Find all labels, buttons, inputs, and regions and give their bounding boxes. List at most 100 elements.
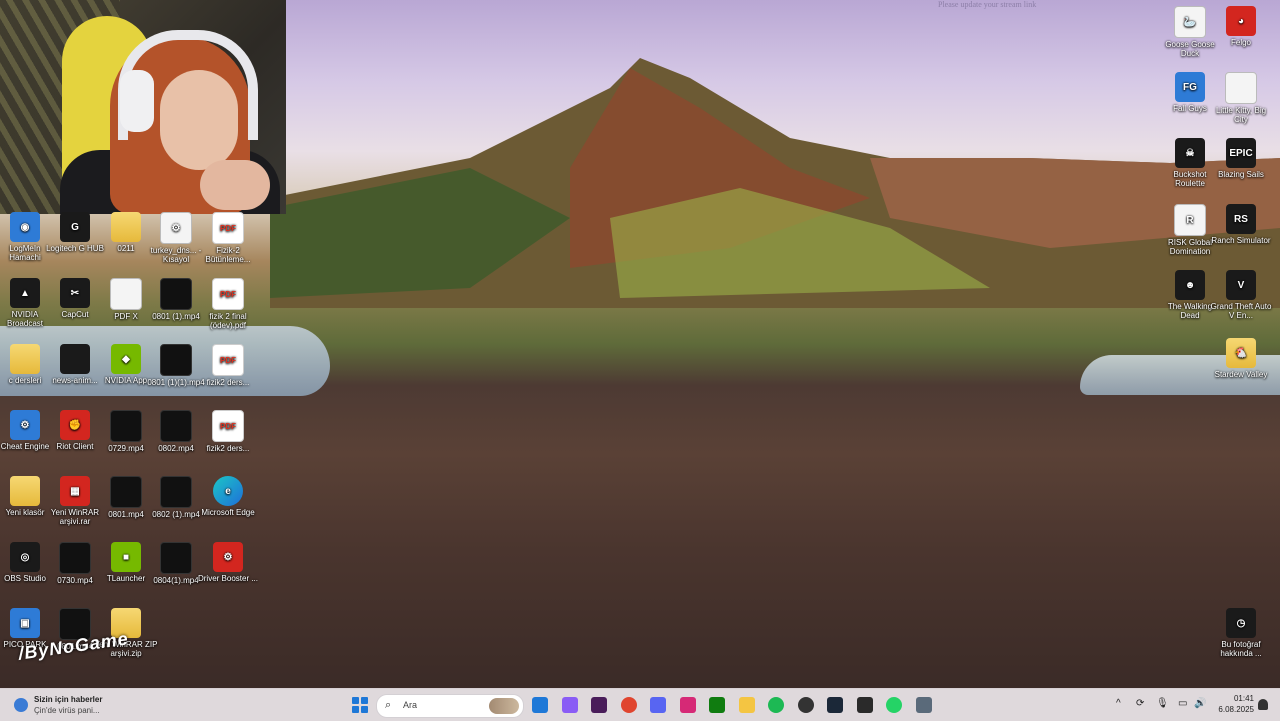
search-highlight-image bbox=[489, 698, 519, 714]
explorer-icon[interactable] bbox=[738, 697, 755, 713]
video-file-icon bbox=[110, 476, 142, 508]
desktop-icon-label: Ranch Simulator bbox=[1211, 236, 1271, 245]
steam-icon[interactable] bbox=[827, 697, 843, 713]
system-clock[interactable]: 01:41 6.08.2025 bbox=[1214, 693, 1254, 715]
app-icon: ✂ bbox=[60, 278, 90, 308]
app-icon: ◉ bbox=[10, 212, 40, 242]
app-icon bbox=[1225, 72, 1257, 104]
pdf-file-icon: PDF bbox=[212, 344, 244, 376]
epic-icon[interactable] bbox=[856, 697, 873, 713]
video-file-icon bbox=[160, 476, 192, 508]
desktop-icon-label: Driver Booster ... bbox=[197, 574, 258, 583]
app-icon: EPIC bbox=[1226, 138, 1256, 168]
clock-time: 01:41 bbox=[1233, 694, 1254, 703]
desktop-icon-label: Felgo bbox=[1230, 38, 1251, 47]
desktop-icon[interactable]: PDF Fizik-2 Bütünleme... bbox=[196, 212, 260, 264]
discord-icon[interactable] bbox=[650, 697, 666, 713]
app-icon: ⚙ bbox=[213, 542, 243, 572]
volume-icon[interactable]: 🔊 bbox=[1194, 698, 1206, 709]
stream-watermark: Please update your stream link bbox=[938, 0, 1037, 9]
desktop-icon[interactable]: RS Ranch Simulator bbox=[1209, 204, 1273, 245]
desktop-icon[interactable]: PDF fizik 2 final (ödev).pdf bbox=[196, 278, 260, 330]
windows-logo-tile bbox=[361, 697, 368, 704]
pdf-file-icon: PDF bbox=[212, 410, 244, 442]
desktop-icon-label: Microsoft Edge bbox=[201, 508, 255, 517]
windows-logo-tile bbox=[352, 697, 359, 704]
app-icon: V bbox=[1226, 270, 1256, 300]
notification-bell-icon[interactable] bbox=[1258, 699, 1268, 710]
app-icon: 🦢 bbox=[1174, 6, 1206, 38]
app-icon: ◎ bbox=[10, 542, 40, 572]
desktop-icon[interactable]: 🐔 Stardew Valley bbox=[1209, 338, 1273, 379]
desktop-icon-label: fizik2 ders... bbox=[206, 378, 250, 387]
search-icon: ⌕ bbox=[385, 699, 392, 711]
chevron-up-icon[interactable]: ^ bbox=[1116, 698, 1121, 709]
desktop-icon[interactable]: PDF fizik2 ders... bbox=[196, 410, 260, 453]
desktop-icon[interactable]: ◷ Bu fotoğraf hakkında ... bbox=[1209, 608, 1273, 658]
desktop-icon-label: Blazing Sails bbox=[1218, 170, 1264, 179]
desktop-icon-label: Grand Theft Auto V En... bbox=[1210, 302, 1272, 320]
search-placeholder: Ara bbox=[403, 700, 418, 710]
instagram-icon[interactable] bbox=[679, 697, 696, 713]
app-icon: ▣ bbox=[10, 608, 40, 638]
app-icon: ☻ bbox=[1175, 270, 1205, 300]
edge-icon[interactable] bbox=[532, 697, 548, 713]
desktop-icon-label: Little Kitty, Big City bbox=[1215, 106, 1267, 124]
news-title: Sizin için haberler bbox=[34, 695, 103, 704]
video-file-icon bbox=[59, 542, 91, 574]
news-subtitle: Çin'de virüs pani... bbox=[34, 706, 100, 715]
folder-icon bbox=[10, 344, 40, 374]
video-file-icon bbox=[160, 542, 192, 574]
app-icon: FG bbox=[1175, 72, 1205, 102]
desktop-icon[interactable]: e Microsoft Edge bbox=[196, 476, 260, 517]
desktop-icon[interactable]: ⚙ Driver Booster ... bbox=[196, 542, 260, 583]
folder-icon bbox=[111, 212, 141, 242]
spotify-icon[interactable] bbox=[768, 697, 784, 713]
mountain-shape bbox=[270, 58, 1280, 308]
taskbar-search[interactable]: ⌕ Ara bbox=[376, 694, 524, 718]
copilot-icon[interactable] bbox=[561, 697, 578, 713]
webcam-overlay bbox=[0, 0, 286, 214]
desktop-icon[interactable]: Little Kitty, Big City bbox=[1209, 72, 1273, 124]
news-widget[interactable]: Sizin için haberler Çin'de virüs pani... bbox=[10, 693, 130, 717]
whatsapp-icon[interactable] bbox=[886, 697, 902, 713]
desktop-icon[interactable]: V Grand Theft Auto V En... bbox=[1209, 270, 1273, 320]
desktop-icon-label: fizik 2 final (ödev).pdf bbox=[209, 312, 247, 330]
microphone-icon[interactable]: 🎙 bbox=[1156, 698, 1169, 709]
app-icon: G bbox=[60, 212, 90, 242]
purple-app-icon[interactable] bbox=[591, 697, 607, 713]
start-button[interactable] bbox=[352, 697, 368, 713]
app-icon: ◕ bbox=[1226, 6, 1256, 36]
taskbar: Sizin için haberler Çin'de virüs pani...… bbox=[0, 688, 1280, 721]
obs-icon[interactable] bbox=[797, 697, 814, 713]
video-file-icon bbox=[160, 410, 192, 442]
app-icon: ◷ bbox=[1226, 608, 1256, 638]
windows-logo-tile bbox=[352, 706, 359, 713]
windows-logo-tile bbox=[361, 706, 368, 713]
chrome-icon[interactable] bbox=[620, 697, 637, 713]
pdf-file-icon: PDF bbox=[212, 278, 244, 310]
desktop-icon-label: Fizik-2 Bütünleme... bbox=[205, 246, 251, 264]
app-icon: R bbox=[1174, 204, 1206, 236]
pdf-file-icon: PDF bbox=[212, 212, 244, 244]
network-game-icon[interactable] bbox=[915, 697, 932, 713]
desktop-icon[interactable]: PDF fizik2 ders... bbox=[196, 344, 260, 387]
headset-earcup bbox=[120, 70, 154, 132]
desktop-icon[interactable]: EPIC Blazing Sails bbox=[1209, 138, 1273, 179]
news-icon bbox=[14, 698, 28, 712]
video-file-icon bbox=[110, 410, 142, 442]
folder-icon bbox=[10, 476, 40, 506]
desktop-icon-label: fizik2 ders... bbox=[206, 444, 250, 453]
folder-icon: 🐔 bbox=[1226, 338, 1256, 368]
xbox-icon[interactable] bbox=[709, 697, 725, 713]
app-icon: ✊ bbox=[60, 410, 90, 440]
sync-icon[interactable]: ⟳ bbox=[1136, 698, 1144, 709]
app-icon: ■ bbox=[111, 542, 141, 572]
desktop-icon[interactable]: ◕ Felgo bbox=[1209, 6, 1273, 47]
app-icon: ⚙ bbox=[160, 212, 192, 244]
desktop-icon-label: Stardew Valley bbox=[1214, 370, 1268, 379]
app-icon: ▲ bbox=[10, 278, 40, 308]
video-file-icon bbox=[160, 278, 192, 310]
clock-date: 6.08.2025 bbox=[1218, 705, 1254, 714]
network-icon[interactable]: ▭ bbox=[1178, 698, 1187, 709]
